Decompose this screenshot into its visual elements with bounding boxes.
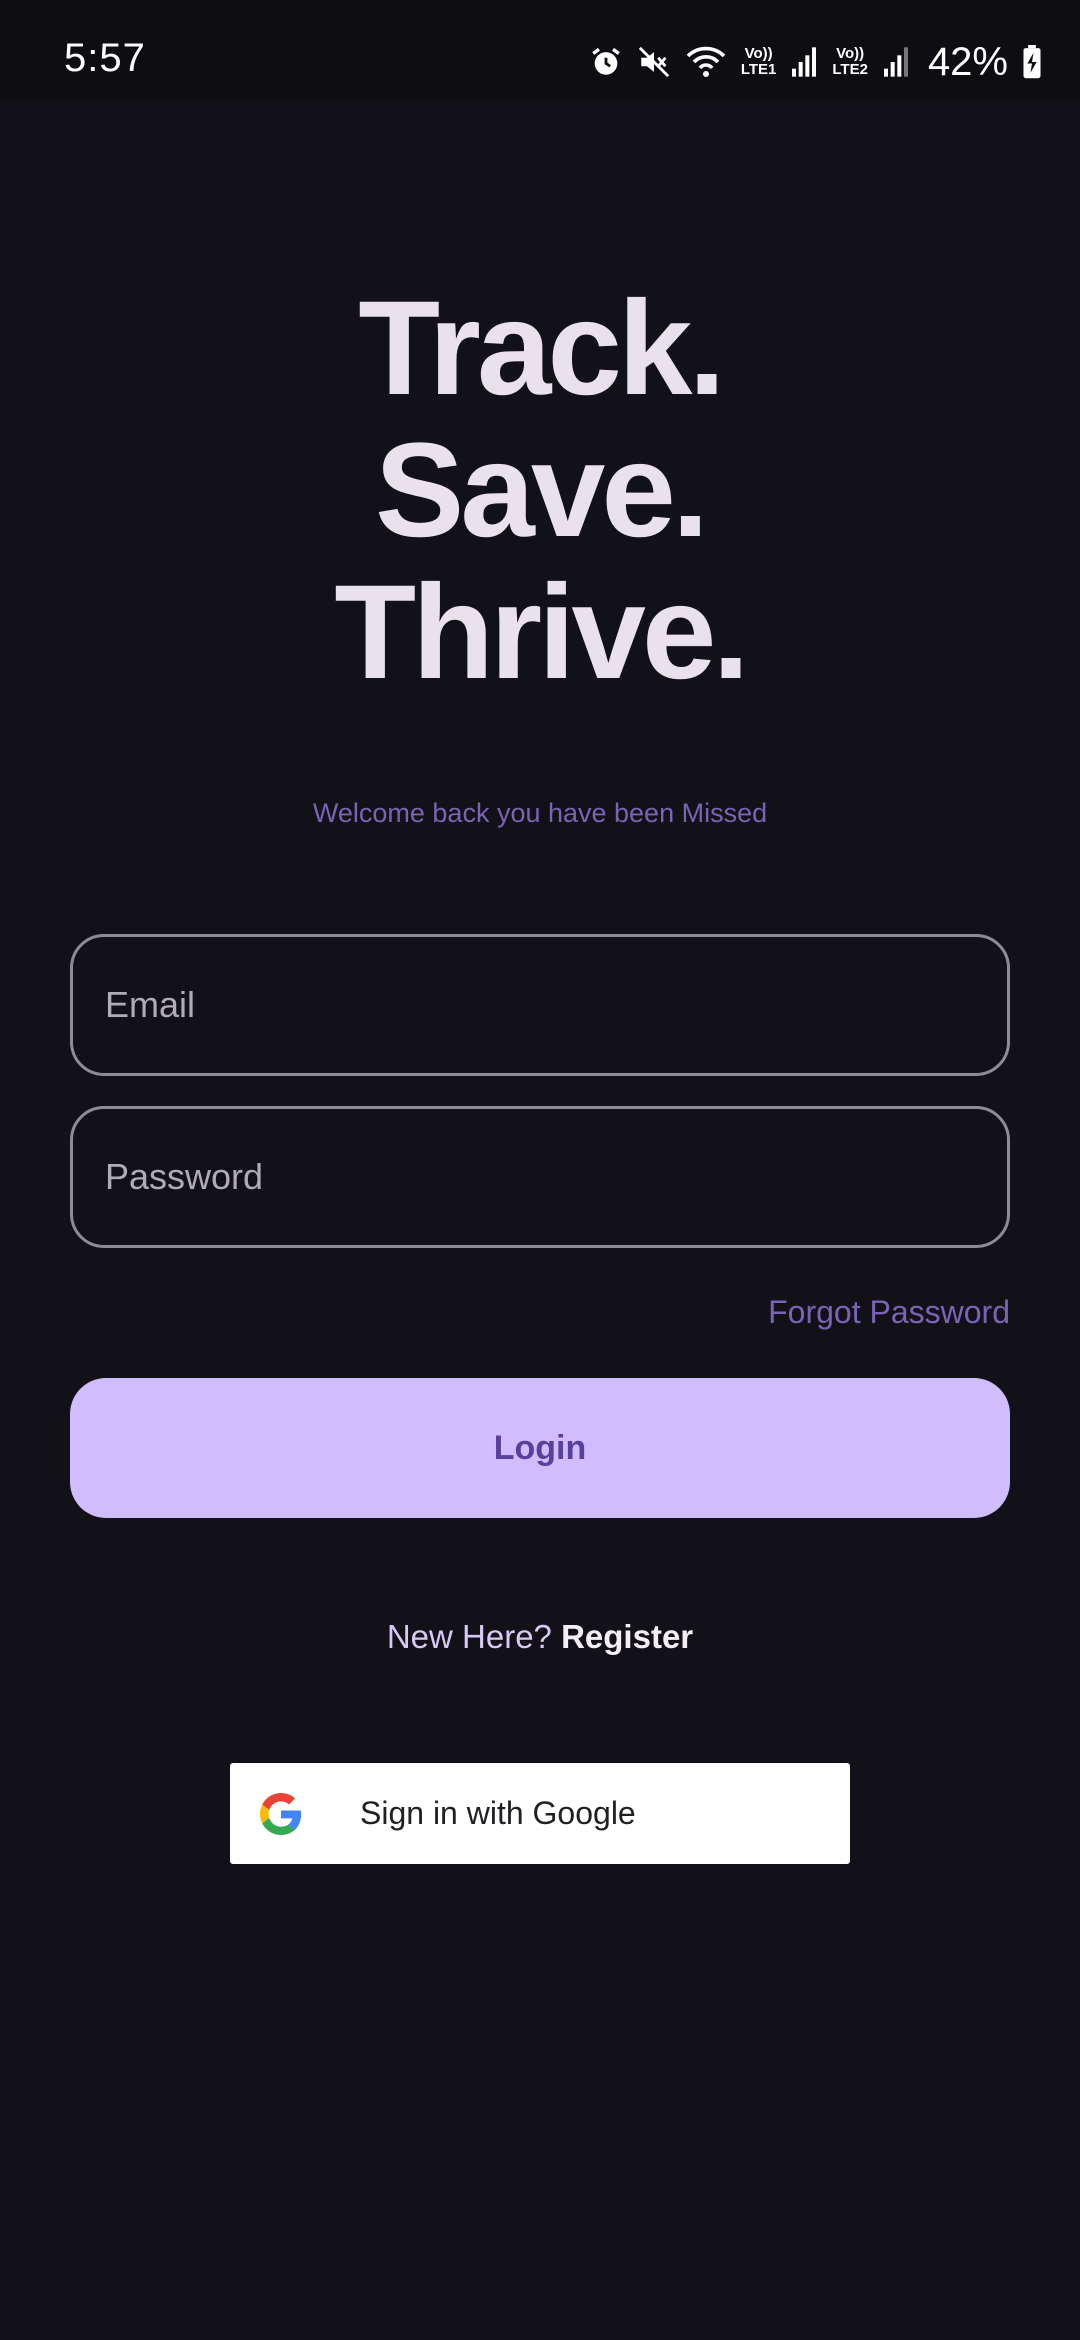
welcome-subtitle: Welcome back you have been Missed (312, 798, 768, 828)
sim2-label: Vo)) LTE2 (832, 46, 868, 78)
email-field[interactable] (70, 934, 1010, 1076)
status-time: 5:57 (64, 36, 146, 80)
hero-line-thrive: Thrive. (334, 558, 749, 707)
sim2-lte-label: LTE2 (832, 61, 868, 78)
mute-icon (638, 46, 669, 78)
hero-heading: Track. Save. Thrive. (0, 278, 1080, 704)
sim1-lte-label: LTE1 (740, 61, 777, 78)
email-input[interactable] (73, 937, 1007, 1073)
google-sign-in-label: Sign in with Google (360, 1795, 636, 1831)
hero-line-track: Track. (358, 274, 725, 423)
signal-sim1-icon (792, 47, 817, 77)
google-sign-in-button[interactable]: Sign in with Google (230, 1763, 850, 1864)
wifi-icon (686, 46, 726, 77)
hero-line-save: Save. (374, 416, 709, 565)
battery-charging-icon (1023, 45, 1041, 79)
register-row: New Here? Register (0, 1618, 1080, 1656)
forgot-password-link[interactable]: Forgot Password (768, 1294, 1010, 1331)
register-link[interactable]: Register (561, 1618, 693, 1655)
status-icons: Vo)) LTE1 Vo)) LTE2 42% (589, 38, 1042, 86)
signal-sim2-icon (883, 47, 908, 77)
sim1-volte-label: Vo)) (744, 45, 773, 62)
status-bar: 5:57 Vo)) LTE1 Vo)) LTE2 42% (0, 0, 1080, 100)
alarm-icon (592, 47, 620, 75)
password-input[interactable] (73, 1109, 1007, 1245)
login-button[interactable]: Login (70, 1378, 1010, 1518)
password-field[interactable] (70, 1106, 1010, 1248)
new-here-text: New Here? (386, 1618, 552, 1655)
sim1-label: Vo)) LTE1 (741, 46, 777, 78)
sim2-volte-label: Vo)) (836, 45, 865, 62)
battery-percent: 42% (927, 39, 1008, 84)
google-logo-icon (260, 1793, 302, 1835)
